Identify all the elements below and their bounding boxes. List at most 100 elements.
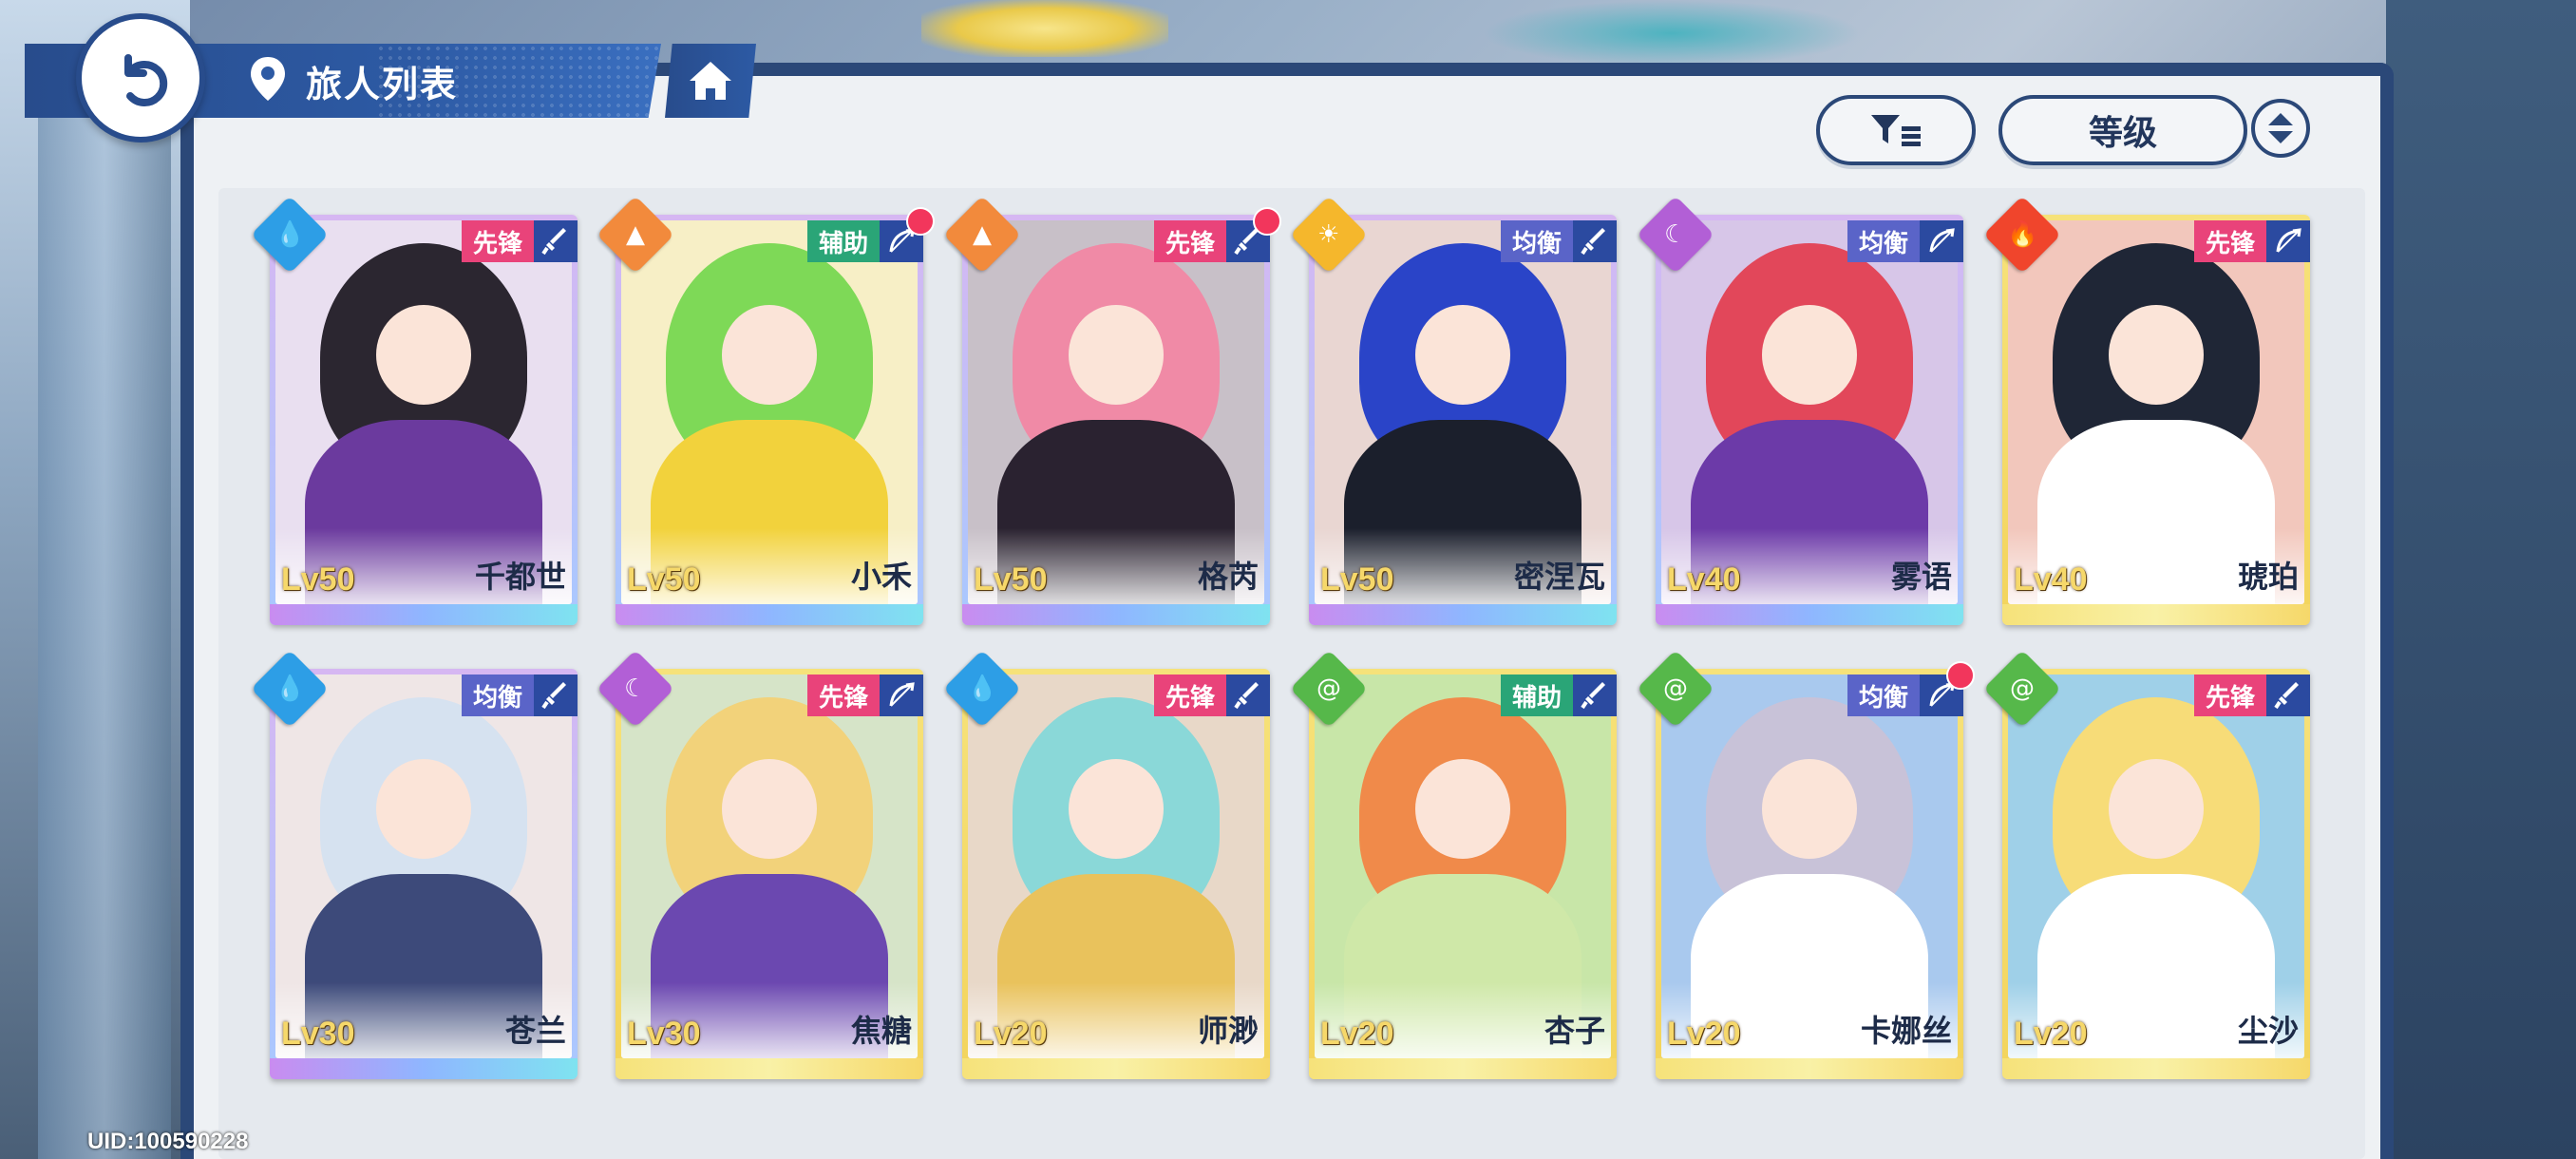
- level-label: Lv40: [1667, 561, 1741, 598]
- character-portrait: [2008, 220, 2304, 604]
- level-label: Lv50: [281, 561, 355, 598]
- rarity-strip: [1656, 1058, 1963, 1079]
- role-tag: 均衡: [461, 674, 578, 716]
- role-tag: 先锋: [2193, 674, 2310, 716]
- rarity-strip: [1656, 604, 1963, 625]
- character-name: 师渺: [1197, 1013, 1259, 1049]
- back-arrow-icon: [124, 54, 168, 106]
- character-portrait: [1315, 674, 1611, 1058]
- role-tag: 均衡: [1500, 220, 1617, 262]
- role-label: 先锋: [2193, 674, 2266, 716]
- character-portrait: [2008, 674, 2304, 1058]
- role-tag: 先锋: [1153, 220, 1270, 262]
- character-portrait: [275, 674, 572, 1058]
- sword-icon: [1573, 220, 1617, 262]
- character-name: 千都世: [474, 559, 566, 595]
- role-label: 先锋: [1153, 674, 1226, 716]
- traveler-card[interactable]: Lv50 小禾 辅助 ▲: [596, 195, 935, 625]
- role-label: 先锋: [2193, 220, 2266, 262]
- notification-dot: [1253, 207, 1281, 236]
- role-tag: 先锋: [2193, 220, 2310, 262]
- traveler-card[interactable]: Lv50 密涅瓦 均衡 ☀: [1289, 195, 1617, 625]
- user-id-label: UID:100590228: [87, 1129, 249, 1154]
- role-tag: 辅助: [806, 220, 923, 262]
- level-label: Lv30: [281, 1016, 355, 1052]
- level-label: Lv40: [2014, 561, 2088, 598]
- role-label: 均衡: [1500, 220, 1573, 262]
- role-label: 均衡: [1847, 674, 1920, 716]
- traveler-card[interactable]: Lv20 师渺 先锋 💧: [942, 649, 1270, 1079]
- location-pin-icon: [251, 57, 285, 101]
- notification-dot: [906, 207, 935, 236]
- home-icon: [690, 62, 731, 100]
- traveler-card[interactable]: Lv40 琥珀 先锋 🔥: [1982, 195, 2310, 625]
- level-label: Lv20: [974, 1016, 1048, 1052]
- rarity-strip: [270, 1058, 578, 1079]
- bow-icon: [1920, 220, 1963, 262]
- character-portrait: [621, 674, 918, 1058]
- rarity-strip: [2002, 1058, 2310, 1079]
- filter-button[interactable]: [1816, 95, 1976, 165]
- traveler-card[interactable]: Lv50 格芮 先锋 ▲: [942, 195, 1281, 625]
- character-name: 焦糖: [850, 1013, 912, 1049]
- sword-icon: [534, 674, 578, 716]
- character-name: 琥珀: [2237, 559, 2299, 595]
- bow-icon: [2266, 220, 2310, 262]
- traveler-card[interactable]: Lv40 雾语 均衡 ☾: [1636, 195, 1963, 625]
- role-tag: 均衡: [1847, 220, 1963, 262]
- level-label: Lv50: [627, 561, 701, 598]
- character-name: 尘沙: [2237, 1013, 2299, 1049]
- sort-arrows-icon: [2268, 113, 2293, 143]
- rarity-strip: [270, 604, 578, 625]
- traveler-card[interactable]: Lv50 千都世 先锋 💧: [250, 195, 578, 625]
- character-name: 小禾: [850, 559, 912, 595]
- filter-icon: [1871, 115, 1921, 146]
- role-tag: 先锋: [1153, 674, 1270, 716]
- character-portrait: [275, 220, 572, 604]
- sword-icon: [1573, 674, 1617, 716]
- sword-icon: [1226, 674, 1270, 716]
- traveler-card[interactable]: Lv30 焦糖 先锋 ☾: [596, 649, 923, 1079]
- traveler-card[interactable]: Lv20 杏子 辅助 @: [1289, 649, 1617, 1079]
- character-name: 杏子: [1544, 1013, 1605, 1049]
- character-portrait: [968, 674, 1264, 1058]
- level-label: Lv50: [1320, 561, 1394, 598]
- character-portrait: [1315, 220, 1611, 604]
- rarity-strip: [616, 1058, 923, 1079]
- home-button[interactable]: [665, 44, 756, 118]
- role-tag: 均衡: [1847, 674, 1963, 716]
- page-title: 旅人列表: [306, 64, 459, 105]
- bow-icon: [880, 674, 923, 716]
- role-label: 先锋: [1153, 220, 1226, 262]
- sword-icon: [2266, 674, 2310, 716]
- traveler-card[interactable]: Lv30 苍兰 均衡 💧: [250, 649, 578, 1079]
- character-name: 苍兰: [504, 1013, 566, 1049]
- rarity-strip: [962, 1058, 1270, 1079]
- character-portrait: [621, 220, 918, 604]
- role-label: 辅助: [1500, 674, 1573, 716]
- back-button[interactable]: [76, 13, 205, 142]
- rarity-strip: [1309, 604, 1617, 625]
- character-name: 密涅瓦: [1513, 559, 1605, 595]
- notification-dot: [1946, 661, 1975, 690]
- character-name: 雾语: [1890, 559, 1952, 595]
- role-tag: 辅助: [1500, 674, 1617, 716]
- rarity-strip: [2002, 604, 2310, 625]
- role-label: 先锋: [461, 220, 534, 262]
- sort-by-button[interactable]: 等级: [1998, 95, 2247, 165]
- role-label: 均衡: [461, 674, 534, 716]
- role-tag: 先锋: [806, 674, 923, 716]
- level-label: Lv20: [1667, 1016, 1741, 1052]
- sword-icon: [534, 220, 578, 262]
- sort-order-toggle[interactable]: [2251, 99, 2310, 158]
- character-name: 格芮: [1197, 559, 1259, 595]
- rarity-strip: [962, 604, 1270, 625]
- traveler-card[interactable]: Lv20 卡娜丝 均衡 @: [1636, 649, 1975, 1079]
- level-label: Lv20: [1320, 1016, 1394, 1052]
- role-label: 先锋: [806, 674, 880, 716]
- level-label: Lv50: [974, 561, 1048, 598]
- character-name: 卡娜丝: [1860, 1013, 1952, 1049]
- role-tag: 先锋: [461, 220, 578, 262]
- level-label: Lv20: [2014, 1016, 2088, 1052]
- traveler-card[interactable]: Lv20 尘沙 先锋 @: [1982, 649, 2310, 1079]
